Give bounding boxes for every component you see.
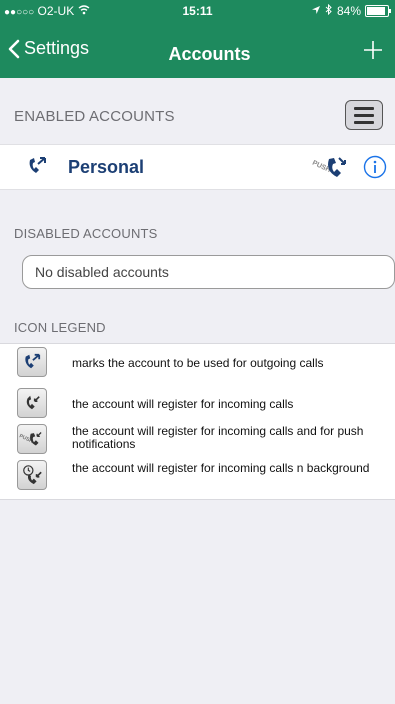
plus-icon — [364, 41, 382, 59]
outgoing-call-icon — [26, 156, 48, 181]
back-button-label: Settings — [24, 38, 90, 58]
disabled-accounts-header: DISABLED ACCOUNTS — [14, 226, 158, 241]
hamburger-icon-bar — [354, 106, 374, 110]
legend-text: the account will register for incoming c… — [72, 461, 370, 475]
legend-text: the account will register for incoming c… — [72, 424, 364, 451]
battery-icon — [365, 5, 391, 17]
account-row-personal[interactable]: Personal PUSH — [0, 144, 395, 190]
icon-legend-header: ICON LEGEND — [14, 320, 106, 335]
add-account-button[interactable] — [361, 38, 385, 62]
navigation-bar: Settings Accounts — [0, 36, 395, 76]
hamburger-icon-bar — [354, 113, 374, 117]
outgoing-call-icon — [17, 347, 47, 377]
top-bar: ●●○○○ O2-UK 15:11 84% Settings Accounts — [0, 0, 395, 78]
status-bar: ●●○○○ O2-UK 15:11 84% — [0, 0, 395, 22]
chevron-left-icon — [8, 39, 20, 58]
account-name: Personal — [68, 157, 145, 177]
hamburger-icon-bar — [354, 120, 374, 124]
push-register-icon: PUSH — [17, 424, 47, 454]
incoming-register-icon — [17, 388, 47, 418]
back-button[interactable]: Settings — [8, 38, 89, 59]
push-register-icon: PUSH — [311, 153, 351, 186]
bluetooth-icon — [325, 3, 333, 18]
legend-text: marks the account to be used for outgoin… — [72, 356, 324, 370]
disabled-accounts-empty: No disabled accounts — [22, 255, 395, 289]
status-right-group: 84% — [311, 3, 391, 18]
enabled-accounts-header: ENABLED ACCOUNTS — [14, 108, 175, 125]
legend-text: the account will register for incoming c… — [72, 397, 294, 411]
info-icon[interactable] — [363, 155, 387, 184]
location-arrow-icon — [311, 4, 321, 18]
battery-percent: 84% — [336, 4, 361, 18]
background-register-icon — [17, 460, 47, 490]
icon-legend-list: marks the account to be used for outgoin… — [0, 343, 395, 500]
reorder-menu-button[interactable] — [345, 100, 383, 130]
page-title: Accounts — [168, 44, 251, 64]
